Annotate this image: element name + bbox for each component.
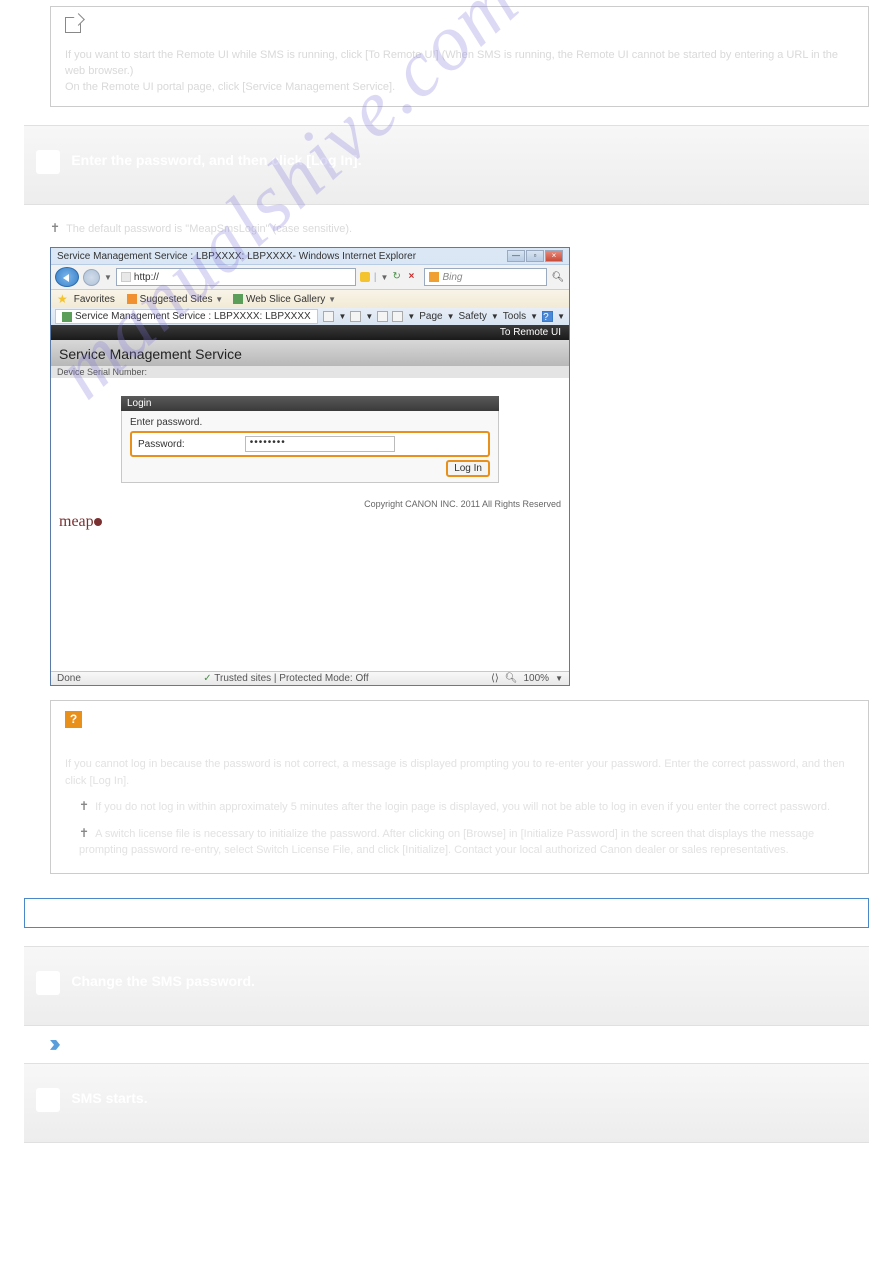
help-sub-2: A switch license file is necessary to in… [79,828,814,857]
browser-screenshot: Service Management Service : LBPXXXX: LB… [50,247,570,686]
step-3-title: Change the SMS password. [71,971,255,989]
browser-tab[interactable]: Service Management Service : LBPXXXX: LB… [55,309,318,324]
help-sub-1: If you do not log in within approximatel… [95,801,830,813]
back-button[interactable] [55,267,79,287]
password-label: Password: [138,439,185,450]
maximize-button[interactable]: ▫ [526,250,544,262]
step-4-title: SMS starts. [71,1088,147,1106]
help-icon[interactable]: ? [542,311,553,322]
step-2-subtext: ✝The default password is "MeapSmsLogin" … [50,219,869,238]
step-4-bar: 4 SMS starts. [24,1063,869,1143]
page-title: Service Management Service [51,340,569,366]
favorites-bar: ★ Favorites Suggested Sites ▼ Web Slice … [51,289,569,308]
help-box-cannot-login: ? If You Cannot Log In If you cannot log… [50,700,869,874]
webslice-icon [233,294,243,304]
arrow-icon [50,1040,60,1050]
mail-icon[interactable] [377,311,388,322]
url-field[interactable]: http:// [116,268,356,286]
note-box-remote-ui: NOTE If you want to start the Remote UI … [50,6,869,107]
dropdown-icon[interactable]: ▼ [104,273,112,282]
tab-bar: Service Management Service : LBPXXXX: LB… [51,308,569,325]
suggested-sites-link[interactable]: Suggested Sites [140,294,213,305]
print-icon[interactable] [392,311,403,322]
first-time-note: If you are starting SMS for the first ti… [24,898,869,928]
dropdown-icon[interactable]: ▼ [381,273,389,282]
step-2-bar: 2 Enter the password, and then click [Lo… [24,125,869,205]
window-title: Service Management Service : LBPXXXX: LB… [57,251,416,262]
meap-logo: meap [51,511,569,671]
help-icon: ? [65,711,82,728]
bullet-icon: ✝ [50,221,60,235]
zoom-control[interactable]: ⟨⟩ 🔍︎ 100% ▼ [491,673,563,684]
note-icon [65,17,81,33]
step-4-num: 4 [36,1088,60,1112]
enter-password-label: Enter password. [130,417,490,428]
minimize-button[interactable]: — [507,250,525,262]
star-icon[interactable]: ★ [57,292,68,306]
favorites-label[interactable]: Favorites [74,294,115,305]
stop-icon[interactable]: × [408,271,420,283]
note-body-2: On the Remote UI portal page, click [Ser… [65,81,395,93]
changing-password-link[interactable]: Changing the SMS Password [64,1041,208,1053]
webslice-link[interactable]: Web Slice Gallery [246,294,325,305]
log-in-button[interactable]: Log In [446,460,490,477]
status-bar: Done ✓ Trusted sites | Protected Mode: O… [51,671,569,685]
zoom-slider-icon[interactable]: ⟨⟩ [491,673,499,684]
bullet-icon: ✝ [79,799,89,813]
zoom-reset-icon[interactable]: 🔍︎ [505,673,518,684]
page-icon [121,272,131,282]
refresh-icon[interactable]: ↻ [392,271,404,283]
separator: | [374,272,377,283]
step-3-num: 3 [36,971,60,995]
bullet-icon: ✝ [79,826,89,840]
step-3-bar: 3 Change the SMS password. [24,946,869,1026]
forward-button[interactable] [83,269,100,286]
help-body-a: If you cannot log in because the passwor… [65,756,854,789]
password-input[interactable]: •••••••• [245,436,395,452]
suggested-icon [127,294,137,304]
step-2-title: Enter the password, and then click [Log … [71,150,361,168]
feeds-icon[interactable] [350,311,361,322]
to-remote-ui-link[interactable]: To Remote UI [51,325,569,340]
trusted-icon: ✓ [203,673,211,684]
trusted-text: Trusted sites | Protected Mode: Off [214,673,368,684]
address-bar-row: ▼ http:// | ▼ ↻ × Bing 🔍︎ [51,264,569,289]
lock-icon [360,272,370,282]
safety-menu[interactable]: Safety [459,311,487,322]
login-panel-header: Login [121,396,499,411]
note-title: NOTE [90,32,121,44]
search-field[interactable]: Bing [424,268,547,286]
home-icon[interactable] [323,311,334,322]
step-2-num: 2 [36,150,60,174]
help-title-a: If You Cannot Log In [65,738,854,750]
search-go-icon[interactable]: 🔍︎ [551,272,565,283]
status-done: Done [57,673,81,684]
window-title-bar: Service Management Service : LBPXXXX: LB… [51,248,569,264]
tab-favicon [62,312,72,322]
copyright-text: Copyright CANON INC. 2011 All Rights Res… [51,497,569,511]
close-button[interactable]: × [545,250,563,262]
page-menu[interactable]: Page [419,311,442,322]
device-serial-label: Device Serial Number: [51,366,569,378]
password-row-highlight: Password: •••••••• [130,431,490,457]
note-body-1: If you want to start the Remote UI while… [65,49,838,77]
bing-icon [429,272,439,282]
tools-menu[interactable]: Tools [503,311,526,322]
login-panel: Enter password. Password: •••••••• Log I… [121,411,499,483]
